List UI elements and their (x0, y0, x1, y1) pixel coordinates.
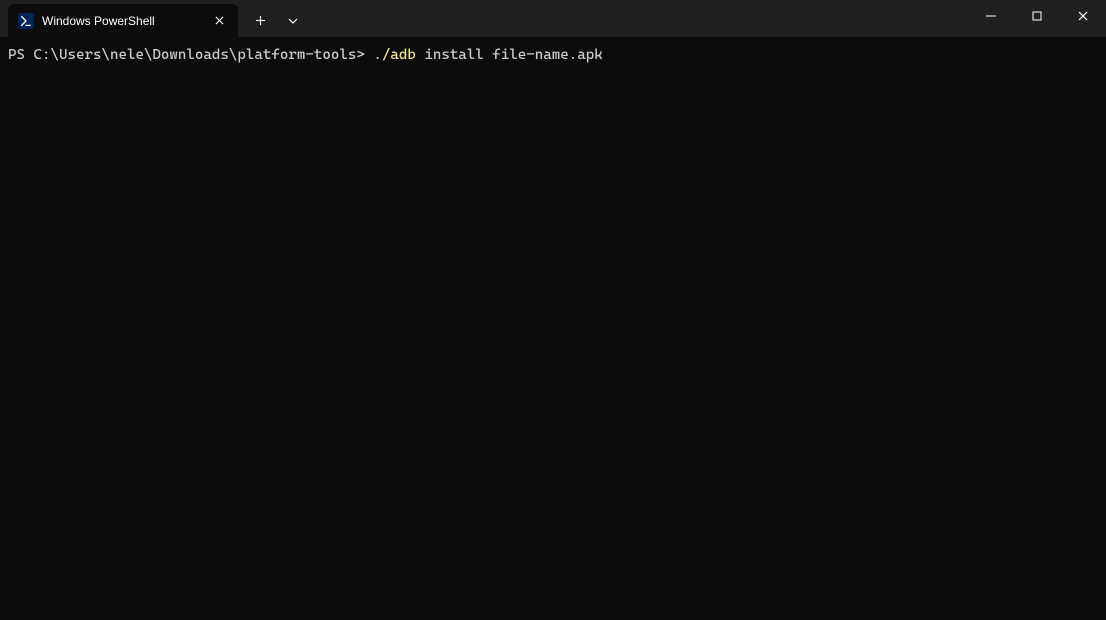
command-prefix: . (373, 47, 382, 63)
powershell-icon (18, 13, 34, 29)
command-highlighted: /adb (382, 47, 416, 63)
terminal-body[interactable]: PS C:\Users\nele\Downloads\platform-tool… (0, 37, 1106, 620)
close-window-button[interactable] (1060, 0, 1106, 32)
tab-powershell[interactable]: Windows PowerShell (8, 4, 238, 37)
tabs-area: Windows PowerShell (0, 0, 308, 37)
tab-title: Windows PowerShell (42, 14, 204, 28)
new-tab-button[interactable] (242, 4, 278, 37)
prompt-text: PS C:\Users\nele\Downloads\platform-tool… (8, 47, 373, 63)
window-controls (968, 0, 1106, 37)
tab-close-button[interactable] (210, 12, 228, 30)
minimize-button[interactable] (968, 0, 1014, 32)
tab-dropdown-button[interactable] (278, 4, 308, 37)
title-bar: Windows PowerShell (0, 0, 1106, 37)
terminal-line: PS C:\Users\nele\Downloads\platform-tool… (8, 45, 1098, 65)
maximize-button[interactable] (1014, 0, 1060, 32)
command-args: install file-name.apk (416, 47, 603, 63)
